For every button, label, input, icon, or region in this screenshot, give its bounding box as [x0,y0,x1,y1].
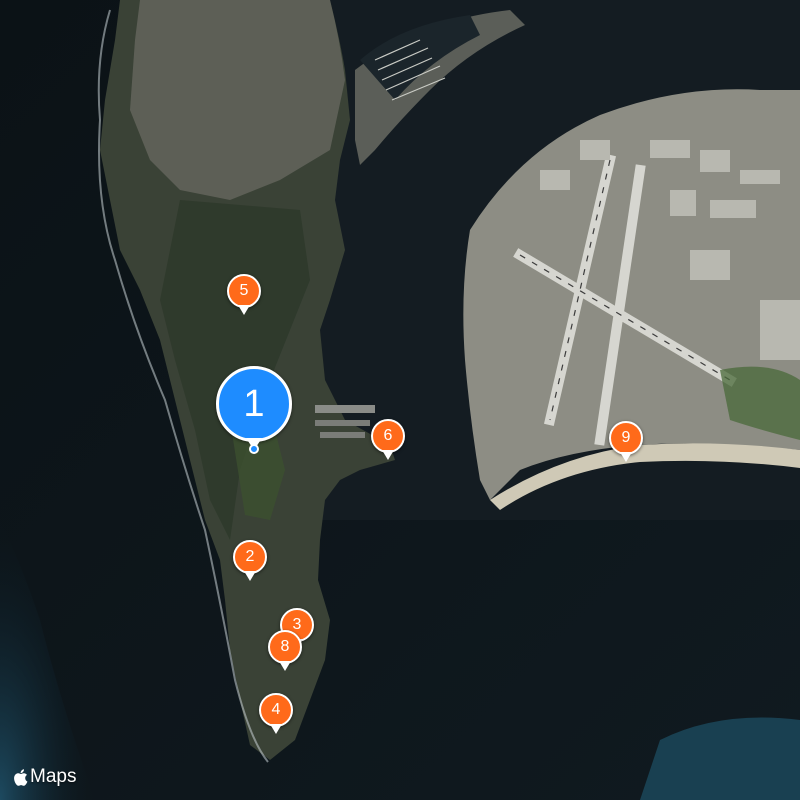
map-pin-4[interactable]: 4 [259,693,293,737]
pin-head: 1 [216,366,292,442]
naval-pier [315,405,375,413]
pin-head: 4 [259,693,293,727]
map-pin-6[interactable]: 6 [371,419,405,463]
pin-label: 9 [621,429,631,446]
map-pin-9[interactable]: 9 [609,421,643,465]
pin-head: 8 [268,630,302,664]
naval-pier [315,420,370,426]
pin-label: 6 [383,427,393,444]
location-dot[interactable] [249,444,259,454]
pin-label: 2 [245,548,255,565]
pin-label: 8 [280,638,290,655]
map-pin-2[interactable]: 2 [233,540,267,584]
maps-attribution[interactable]: Maps [12,766,76,788]
pin-head: 2 [233,540,267,574]
satellite-map[interactable] [0,0,800,800]
pin-head: 5 [227,274,261,308]
map-view[interactable]: 1 2 3 4 5 6 8 9 Maps [0,0,800,800]
apple-logo-icon [14,768,28,786]
pin-tail [279,661,291,671]
pin-tail [238,305,250,315]
pin-tail [270,724,282,734]
brand-label: Maps [30,766,77,787]
pin-head: 6 [371,419,405,453]
map-pin-5[interactable]: 5 [227,274,261,318]
naval-pier [320,432,365,438]
pin-tail [244,571,256,581]
pin-label: 5 [239,282,249,299]
pin-tail [382,450,394,460]
pin-label: 1 [243,382,265,425]
pin-tail [620,452,632,462]
pin-label: 4 [271,701,281,718]
map-pin-8[interactable]: 8 [268,630,302,674]
pin-head: 9 [609,421,643,455]
